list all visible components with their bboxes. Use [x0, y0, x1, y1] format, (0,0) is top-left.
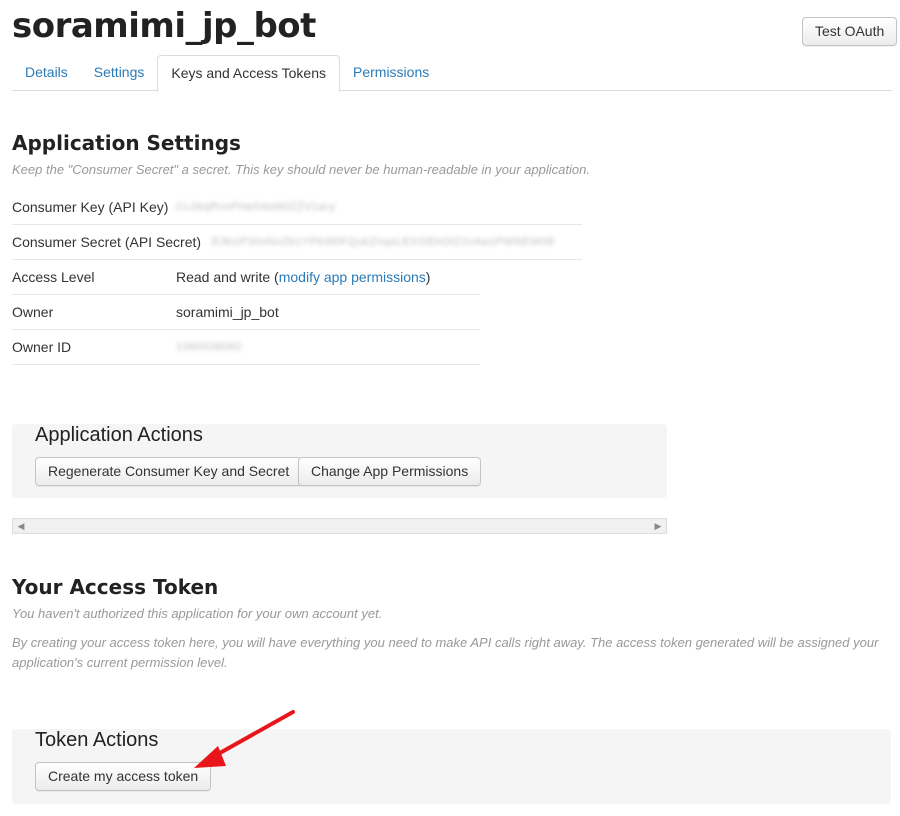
access-level-value: Read and write (modify app permissions) [176, 269, 430, 285]
token-actions-panel: Token Actions Create my access token [12, 729, 891, 804]
owner-row: Owner soramimi_jp_bot [12, 295, 480, 330]
access-level-label: Access Level [12, 269, 95, 285]
owner-label: Owner [12, 304, 54, 320]
consumer-secret-value: E3b1P30sNxZb1YPb3f0FQukZnqsLEXGEhOtZ2vAa… [212, 236, 555, 248]
consumer-key-value: CL0kqRvxPHe54eM0ZZV1ary [176, 201, 336, 213]
change-app-permissions-button[interactable]: Change App Permissions [298, 457, 482, 486]
access-token-heading: Your Access Token [12, 575, 219, 599]
access-level-row: Access Level Read and write (modify app … [12, 260, 480, 295]
modify-app-permissions-link[interactable]: modify app permissions [279, 269, 426, 285]
test-oauth-button[interactable]: Test OAuth [802, 17, 898, 46]
access-level-text: Read and write ( [176, 269, 279, 285]
app-title: soramimi_jp_bot [12, 6, 316, 46]
tab-settings[interactable]: Settings [81, 55, 158, 91]
access-token-hint-description: By creating your access token here, you … [12, 635, 879, 670]
owner-value: soramimi_jp_bot [176, 304, 279, 320]
create-access-token-button[interactable]: Create my access token [35, 762, 212, 791]
consumer-key-label: Consumer Key (API Key) [12, 199, 169, 215]
tab-keys-and-access-tokens[interactable]: Keys and Access Tokens [157, 55, 340, 92]
tab-details[interactable]: Details [12, 55, 81, 91]
consumer-secret-label: Consumer Secret (API Secret) [12, 234, 202, 250]
owner-id-row: Owner ID 1060038082 [12, 330, 480, 365]
token-actions-title: Token Actions [35, 729, 159, 751]
application-settings-hint: Keep the "Consumer Secret" a secret. Thi… [12, 162, 590, 177]
consumer-secret-row: Consumer Secret (API Secret) E3b1P30sNxZ… [12, 225, 582, 260]
owner-id-value: 1060038082 [176, 341, 243, 353]
tab-bar: Details Settings Keys and Access Tokens … [12, 55, 892, 92]
access-token-hint-unauthorized: You haven't authorized this application … [12, 606, 383, 621]
settings-table: Consumer Key (API Key) CL0kqRvxPHe54eM0Z… [12, 190, 582, 365]
application-actions-title: Application Actions [35, 424, 203, 446]
tab-permissions[interactable]: Permissions [340, 55, 442, 91]
scroll-left-icon[interactable]: ◀ [14, 519, 28, 533]
scroll-right-icon[interactable]: ▶ [651, 519, 665, 533]
horizontal-scrollbar[interactable]: ◀ ▶ [12, 518, 667, 534]
consumer-key-row: Consumer Key (API Key) CL0kqRvxPHe54eM0Z… [12, 190, 582, 225]
access-level-close: ) [425, 269, 431, 285]
regenerate-consumer-key-button[interactable]: Regenerate Consumer Key and Secret [35, 457, 303, 486]
annotation-arrow [194, 710, 295, 768]
application-settings-heading: Application Settings [12, 131, 241, 155]
application-actions-panel: Application Actions Regenerate Consumer … [12, 424, 667, 498]
owner-id-label: Owner ID [12, 339, 72, 355]
